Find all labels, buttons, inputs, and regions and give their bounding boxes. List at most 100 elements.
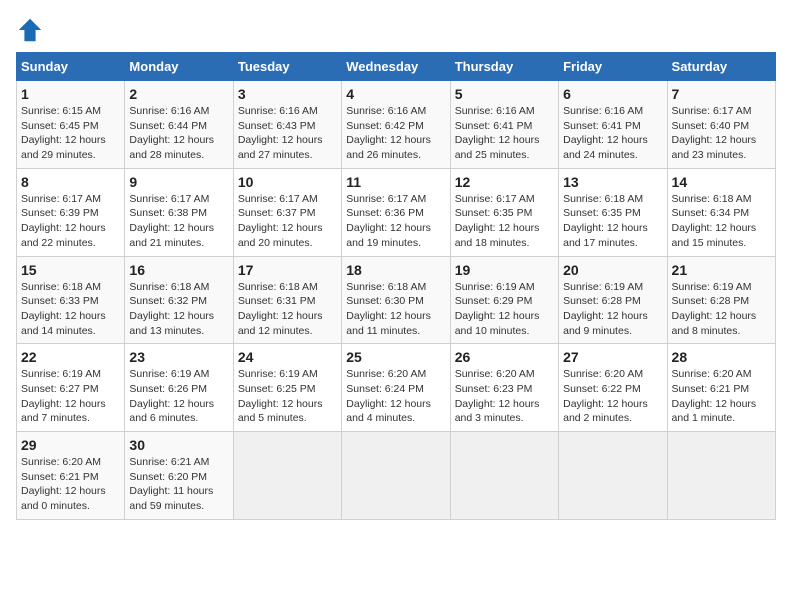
day-info: Sunrise: 6:17 AMSunset: 6:37 PMDaylight:… [238, 192, 337, 251]
calendar-cell [233, 432, 341, 520]
day-info: Sunrise: 6:19 AMSunset: 6:25 PMDaylight:… [238, 367, 337, 426]
calendar-cell: 13 Sunrise: 6:18 AMSunset: 6:35 PMDaylig… [559, 168, 667, 256]
logo [16, 16, 48, 44]
calendar-cell [342, 432, 450, 520]
day-number: 19 [455, 262, 554, 278]
day-number: 26 [455, 349, 554, 365]
weekday-header: Thursday [450, 53, 558, 81]
day-number: 25 [346, 349, 445, 365]
calendar-cell: 22 Sunrise: 6:19 AMSunset: 6:27 PMDaylig… [17, 344, 125, 432]
calendar-cell: 10 Sunrise: 6:17 AMSunset: 6:37 PMDaylig… [233, 168, 341, 256]
calendar-cell: 29 Sunrise: 6:20 AMSunset: 6:21 PMDaylig… [17, 432, 125, 520]
day-info: Sunrise: 6:17 AMSunset: 6:39 PMDaylight:… [21, 192, 120, 251]
calendar-cell: 25 Sunrise: 6:20 AMSunset: 6:24 PMDaylig… [342, 344, 450, 432]
day-number: 5 [455, 86, 554, 102]
calendar-week-row: 29 Sunrise: 6:20 AMSunset: 6:21 PMDaylig… [17, 432, 776, 520]
day-number: 29 [21, 437, 120, 453]
weekday-header: Tuesday [233, 53, 341, 81]
weekday-header: Wednesday [342, 53, 450, 81]
calendar-cell: 24 Sunrise: 6:19 AMSunset: 6:25 PMDaylig… [233, 344, 341, 432]
calendar-cell: 7 Sunrise: 6:17 AMSunset: 6:40 PMDayligh… [667, 81, 775, 169]
calendar-cell: 11 Sunrise: 6:17 AMSunset: 6:36 PMDaylig… [342, 168, 450, 256]
calendar-cell: 3 Sunrise: 6:16 AMSunset: 6:43 PMDayligh… [233, 81, 341, 169]
day-info: Sunrise: 6:18 AMSunset: 6:31 PMDaylight:… [238, 280, 337, 339]
day-number: 16 [129, 262, 228, 278]
calendar-cell: 2 Sunrise: 6:16 AMSunset: 6:44 PMDayligh… [125, 81, 233, 169]
day-info: Sunrise: 6:19 AMSunset: 6:28 PMDaylight:… [563, 280, 662, 339]
calendar-cell: 26 Sunrise: 6:20 AMSunset: 6:23 PMDaylig… [450, 344, 558, 432]
calendar-cell: 14 Sunrise: 6:18 AMSunset: 6:34 PMDaylig… [667, 168, 775, 256]
day-number: 2 [129, 86, 228, 102]
day-info: Sunrise: 6:16 AMSunset: 6:41 PMDaylight:… [563, 104, 662, 163]
day-number: 15 [21, 262, 120, 278]
calendar-cell: 23 Sunrise: 6:19 AMSunset: 6:26 PMDaylig… [125, 344, 233, 432]
day-info: Sunrise: 6:19 AMSunset: 6:28 PMDaylight:… [672, 280, 771, 339]
day-info: Sunrise: 6:20 AMSunset: 6:23 PMDaylight:… [455, 367, 554, 426]
day-info: Sunrise: 6:16 AMSunset: 6:44 PMDaylight:… [129, 104, 228, 163]
calendar-body: 1 Sunrise: 6:15 AMSunset: 6:45 PMDayligh… [17, 81, 776, 520]
day-info: Sunrise: 6:18 AMSunset: 6:32 PMDaylight:… [129, 280, 228, 339]
day-number: 17 [238, 262, 337, 278]
day-number: 18 [346, 262, 445, 278]
day-info: Sunrise: 6:15 AMSunset: 6:45 PMDaylight:… [21, 104, 120, 163]
calendar-cell: 1 Sunrise: 6:15 AMSunset: 6:45 PMDayligh… [17, 81, 125, 169]
calendar-header: SundayMondayTuesdayWednesdayThursdayFrid… [17, 53, 776, 81]
day-info: Sunrise: 6:17 AMSunset: 6:40 PMDaylight:… [672, 104, 771, 163]
weekday-header: Sunday [17, 53, 125, 81]
day-number: 23 [129, 349, 228, 365]
calendar-cell: 18 Sunrise: 6:18 AMSunset: 6:30 PMDaylig… [342, 256, 450, 344]
day-number: 20 [563, 262, 662, 278]
day-info: Sunrise: 6:21 AMSunset: 6:20 PMDaylight:… [129, 455, 228, 514]
day-info: Sunrise: 6:16 AMSunset: 6:42 PMDaylight:… [346, 104, 445, 163]
calendar-week-row: 8 Sunrise: 6:17 AMSunset: 6:39 PMDayligh… [17, 168, 776, 256]
day-number: 8 [21, 174, 120, 190]
day-info: Sunrise: 6:17 AMSunset: 6:38 PMDaylight:… [129, 192, 228, 251]
day-number: 12 [455, 174, 554, 190]
calendar-cell: 17 Sunrise: 6:18 AMSunset: 6:31 PMDaylig… [233, 256, 341, 344]
day-info: Sunrise: 6:18 AMSunset: 6:34 PMDaylight:… [672, 192, 771, 251]
day-info: Sunrise: 6:20 AMSunset: 6:22 PMDaylight:… [563, 367, 662, 426]
day-number: 13 [563, 174, 662, 190]
calendar-cell: 5 Sunrise: 6:16 AMSunset: 6:41 PMDayligh… [450, 81, 558, 169]
calendar-cell: 12 Sunrise: 6:17 AMSunset: 6:35 PMDaylig… [450, 168, 558, 256]
day-info: Sunrise: 6:16 AMSunset: 6:43 PMDaylight:… [238, 104, 337, 163]
calendar-cell [667, 432, 775, 520]
day-info: Sunrise: 6:17 AMSunset: 6:36 PMDaylight:… [346, 192, 445, 251]
calendar-cell: 21 Sunrise: 6:19 AMSunset: 6:28 PMDaylig… [667, 256, 775, 344]
day-number: 10 [238, 174, 337, 190]
calendar-cell: 27 Sunrise: 6:20 AMSunset: 6:22 PMDaylig… [559, 344, 667, 432]
day-info: Sunrise: 6:19 AMSunset: 6:29 PMDaylight:… [455, 280, 554, 339]
calendar-cell: 8 Sunrise: 6:17 AMSunset: 6:39 PMDayligh… [17, 168, 125, 256]
day-number: 22 [21, 349, 120, 365]
day-info: Sunrise: 6:20 AMSunset: 6:21 PMDaylight:… [21, 455, 120, 514]
calendar-cell [559, 432, 667, 520]
day-info: Sunrise: 6:19 AMSunset: 6:27 PMDaylight:… [21, 367, 120, 426]
day-info: Sunrise: 6:20 AMSunset: 6:24 PMDaylight:… [346, 367, 445, 426]
logo-icon [16, 16, 44, 44]
calendar-cell: 16 Sunrise: 6:18 AMSunset: 6:32 PMDaylig… [125, 256, 233, 344]
day-number: 6 [563, 86, 662, 102]
weekday-row: SundayMondayTuesdayWednesdayThursdayFrid… [17, 53, 776, 81]
calendar-cell: 19 Sunrise: 6:19 AMSunset: 6:29 PMDaylig… [450, 256, 558, 344]
weekday-header: Saturday [667, 53, 775, 81]
calendar-week-row: 15 Sunrise: 6:18 AMSunset: 6:33 PMDaylig… [17, 256, 776, 344]
day-number: 28 [672, 349, 771, 365]
day-number: 21 [672, 262, 771, 278]
page-header [16, 16, 776, 44]
day-number: 24 [238, 349, 337, 365]
calendar-cell: 28 Sunrise: 6:20 AMSunset: 6:21 PMDaylig… [667, 344, 775, 432]
weekday-header: Friday [559, 53, 667, 81]
calendar-week-row: 1 Sunrise: 6:15 AMSunset: 6:45 PMDayligh… [17, 81, 776, 169]
calendar-table: SundayMondayTuesdayWednesdayThursdayFrid… [16, 52, 776, 520]
calendar-cell: 9 Sunrise: 6:17 AMSunset: 6:38 PMDayligh… [125, 168, 233, 256]
day-number: 4 [346, 86, 445, 102]
day-number: 14 [672, 174, 771, 190]
day-number: 30 [129, 437, 228, 453]
calendar-cell: 4 Sunrise: 6:16 AMSunset: 6:42 PMDayligh… [342, 81, 450, 169]
day-number: 3 [238, 86, 337, 102]
day-number: 7 [672, 86, 771, 102]
day-number: 1 [21, 86, 120, 102]
calendar-cell: 15 Sunrise: 6:18 AMSunset: 6:33 PMDaylig… [17, 256, 125, 344]
day-info: Sunrise: 6:17 AMSunset: 6:35 PMDaylight:… [455, 192, 554, 251]
day-info: Sunrise: 6:19 AMSunset: 6:26 PMDaylight:… [129, 367, 228, 426]
